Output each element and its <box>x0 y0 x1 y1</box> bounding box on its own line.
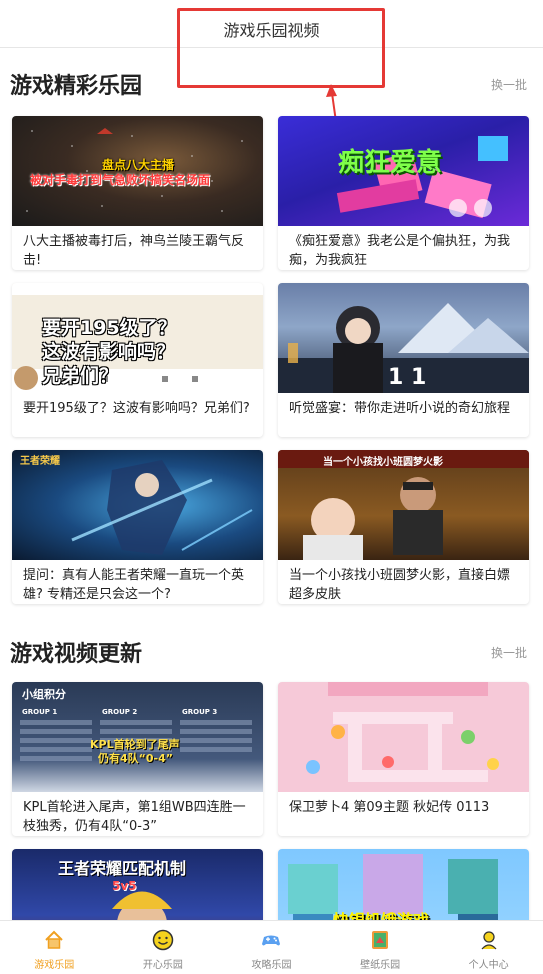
thumbnail-overlay-text: 当一个小孩找小班圆梦火影 <box>323 457 443 468</box>
tab-label: 开心乐园 <box>142 960 183 971</box>
tab-game-park[interactable]: 游戏乐园 <box>0 921 109 974</box>
tab-label: 个人中心 <box>468 960 509 971</box>
thumbnail-overlay-text: 王者荣耀 <box>20 456 60 467</box>
video-thumbnail: 王者荣耀 <box>12 450 263 560</box>
video-card[interactable]: 小组积分 GROUP 1 GROUP 2 GROUP 3 KPL首轮到了尾声 仍… <box>12 682 263 836</box>
video-title: 要开195级了？这波有影响吗？兄弟们? <box>23 401 250 416</box>
wallpaper-icon <box>369 929 391 951</box>
thumbnail-overlay-text: 王者荣耀匹配机制 <box>58 859 187 878</box>
video-thumbnail: 要开195级了？ 这波有影响吗？ 兄弟们？ <box>12 283 263 393</box>
video-title: 八大主播被毒打后，神鸟兰陵王霸气反击! <box>23 234 245 268</box>
video-thumbnail: 当一个小孩找小班圆梦火影 <box>278 450 529 560</box>
thumbnail-overlay-text: 痴狂爱意 <box>338 148 443 178</box>
video-title: 听觉盛宴：带你走进听小说的奇幻旅程 <box>289 401 511 416</box>
smile-icon <box>152 929 174 951</box>
video-thumbnail <box>278 682 529 792</box>
tab-happy-park[interactable]: 开心乐园 <box>109 921 218 974</box>
gamepad-icon <box>260 929 282 951</box>
thumbnail-overlay-text: 仍有4队“0-4” <box>98 752 173 765</box>
tab-wallpaper-park[interactable]: 壁纸乐园 <box>326 921 435 974</box>
top-bar: 游戏乐园视频 <box>0 0 543 48</box>
tab-label: 攻略乐园 <box>251 960 292 971</box>
page-title: 游戏乐园视频 <box>223 21 320 40</box>
video-title: KPL首轮进入尾声，第1组WB四连胜一枝独秀，仍有4队“0-3” <box>23 800 246 834</box>
refresh-button[interactable]: 换一批 <box>491 76 527 93</box>
video-title: 提问：真有人能王者荣耀一直玩一个英雄? 专精还是只会这一个? <box>23 568 245 602</box>
tab-guide-park[interactable]: 攻略乐园 <box>217 921 326 974</box>
video-title: 保卫萝卜4 第09主题 秋妃传 0113 <box>289 800 490 815</box>
home-icon <box>43 929 65 951</box>
video-title: 当一个小孩找小班圆梦火影，直接白嫖超多皮肤 <box>289 568 511 602</box>
user-icon <box>478 929 500 951</box>
thumbnail-overlay-text: 兄弟们？ <box>42 365 119 387</box>
tab-profile[interactable]: 个人中心 <box>434 921 543 974</box>
thumbnail-overlay-text: 1 1 <box>388 365 427 390</box>
section-title: 游戏精彩乐园 <box>10 74 143 99</box>
video-thumbnail: 盘点八大主播 被对手毒打到气急败坏搞笑名场面 <box>12 116 263 226</box>
video-thumbnail: 痴狂爱意 <box>278 116 529 226</box>
video-thumbnail: 1 1 <box>278 283 529 393</box>
video-card[interactable]: 王者荣耀 提问：真有人能王者荣耀一直玩一个英雄? 专精还是只会这一个? <box>12 450 263 604</box>
section-header-updates: 游戏视频更新 换一批 <box>10 636 533 668</box>
thumbnail-overlay-text: 这波有影响吗？ <box>42 341 176 363</box>
thumbnail-overlay-text: 要开195级了？ <box>42 317 177 339</box>
video-card[interactable]: 当一个小孩找小班圆梦火影 当一个小孩找小班圆梦火影，直接白嫖超多皮肤 <box>278 450 529 604</box>
refresh-button[interactable]: 换一批 <box>491 644 527 661</box>
thumbnail-overlay-text: 被对手毒打到气急败坏搞笑名场面 <box>30 173 211 187</box>
video-card[interactable]: 痴狂爱意 《痴狂爱意》我老公是个偏执狂，为我痴，为我疯狂 <box>278 116 529 270</box>
bottom-tab-bar: 游戏乐园 开心乐园 攻略乐园 壁纸乐园 个人中心 <box>0 920 543 974</box>
video-card[interactable]: 保卫萝卜4 第09主题 秋妃传 0113 <box>278 682 529 836</box>
video-card[interactable]: 要开195级了？ 这波有影响吗？ 兄弟们？ 要开195级了？这波有影响吗？兄弟们… <box>12 283 263 437</box>
tab-label: 游戏乐园 <box>34 960 75 971</box>
video-card[interactable]: 1 1 听觉盛宴：带你走进听小说的奇幻旅程 <box>278 283 529 437</box>
thumbnail-overlay-text: 5v5 <box>112 879 137 893</box>
section-title: 游戏视频更新 <box>10 642 143 667</box>
video-title: 《痴狂爱意》我老公是个偏执狂，为我痴，为我疯狂 <box>289 234 511 268</box>
tab-label: 壁纸乐园 <box>360 960 401 971</box>
section-header-highlights: 游戏精彩乐园 换一批 <box>10 68 533 100</box>
video-card[interactable]: 盘点八大主播 被对手毒打到气急败坏搞笑名场面 八大主播被毒打后，神鸟兰陵王霸气反… <box>12 116 263 270</box>
video-thumbnail: 小组积分 GROUP 1 GROUP 2 GROUP 3 KPL首轮到了尾声 仍… <box>12 682 263 792</box>
